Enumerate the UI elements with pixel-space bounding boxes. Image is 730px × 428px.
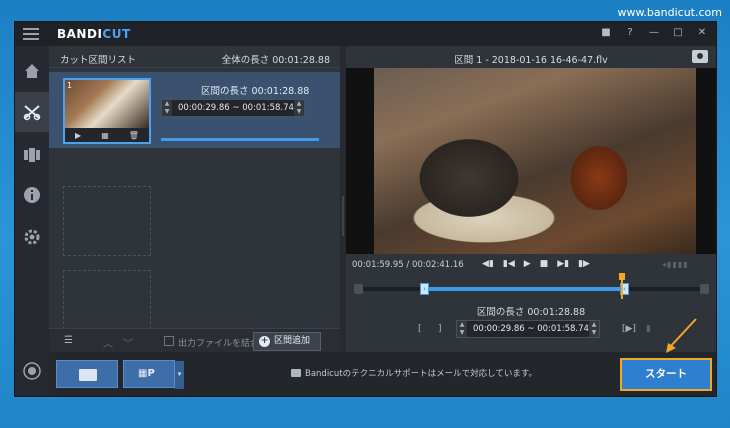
bottom-bar: ▦P ▾ Bandicutのテクニカルサポートはメールで対応しています。 スター… xyxy=(49,352,716,396)
total-length: 全体の長さ 00:01:28.88 xyxy=(221,55,330,66)
empty-segment-slot xyxy=(63,186,151,256)
range-start-stepper[interactable]: ▲ ▼ xyxy=(162,100,172,116)
help-icon[interactable]: ? xyxy=(622,25,638,41)
app-logo: BANDICUT xyxy=(57,27,131,41)
preview-range-field[interactable]: ▲ ▼ 00:00:29.86 ~ 00:01:58.74 ▲ ▼ xyxy=(456,320,600,338)
range-end-stepper[interactable]: ▲ ▼ xyxy=(589,321,599,337)
jump-end-icon[interactable]: ▮▶ xyxy=(578,259,590,269)
segment-list-panel: カット区間リスト 全体の長さ 00:01:28.88 1 ▶ ▦ 🗑 区間の長さ… xyxy=(49,46,340,352)
close-icon[interactable]: ✕ xyxy=(694,25,710,41)
segment-length: 区間の長さ 00:01:28.88 xyxy=(201,86,310,97)
play-icon[interactable]: ▶ xyxy=(524,259,531,269)
settings-icon[interactable] xyxy=(23,228,41,246)
segment-progress-bar xyxy=(161,138,319,141)
step-back-icon[interactable]: ▮◀ xyxy=(503,259,515,269)
segment-list-toolbar: ☰ ︿ ﹀ 出力ファイルを結合 + 区間追加 xyxy=(49,328,340,352)
set-end-button[interactable]: ] xyxy=(438,324,442,334)
minimize-icon[interactable]: — xyxy=(646,25,662,41)
jump-start-icon[interactable]: ◀▮ xyxy=(482,259,494,269)
segment-item[interactable]: 1 ▶ ▦ 🗑 区間の長さ 00:01:28.88 ▲ ▼ 00:00:29.86… xyxy=(49,72,340,148)
segment-number: 1 xyxy=(67,81,73,90)
range-end-stepper[interactable]: ▲ ▼ xyxy=(294,100,304,116)
support-message: Bandicutのテクニカルサポートはメールで対応しています。 xyxy=(291,367,537,379)
timeline-end-handle[interactable] xyxy=(700,284,709,294)
pointer-arrow-icon xyxy=(666,318,697,353)
home-icon[interactable] xyxy=(23,62,41,80)
grid-icon[interactable]: ▦ xyxy=(101,131,109,140)
preview-panel: 区間 1 - 2018-01-16 16-46-47.flv 00:01:59.… xyxy=(346,46,716,352)
play-icon[interactable]: ▶ xyxy=(75,131,81,140)
open-file-button[interactable] xyxy=(56,360,118,388)
preview-title: 区間 1 - 2018-01-16 16-46-47.flv xyxy=(454,55,608,66)
site-url: www.bandicut.com xyxy=(617,6,722,19)
join-icon[interactable] xyxy=(23,146,41,164)
merge-label: 出力ファイルを結合 xyxy=(178,339,260,349)
plus-icon: + xyxy=(259,336,270,347)
list-delete-icon[interactable]: ☰ xyxy=(64,335,73,346)
chevron-down-icon[interactable]: ▾ xyxy=(175,361,184,389)
stop-icon[interactable]: ■ xyxy=(540,259,549,269)
info-icon[interactable] xyxy=(23,186,41,204)
chevron-up-icon[interactable]: ︿ xyxy=(103,335,113,350)
timeline-start-handle[interactable] xyxy=(354,284,363,294)
playhead[interactable] xyxy=(619,273,625,299)
segment-range-text: 00:00:29.86 ~ 00:01:58.74 xyxy=(178,103,294,113)
trash-icon[interactable]: 🗑 xyxy=(129,131,139,140)
video-frame xyxy=(374,68,696,254)
video-preview xyxy=(346,68,716,254)
sidebar xyxy=(15,46,49,396)
chevron-down-icon[interactable]: ﹀ xyxy=(123,335,133,350)
segment-end-marker: ▮ xyxy=(646,324,651,334)
app-window: BANDICUT ■ ? — □ ✕ カット区間リスト 全体の長さ 00:01:… xyxy=(14,21,717,397)
timeline[interactable]: › ‹ xyxy=(354,273,709,299)
folder-open-icon xyxy=(79,369,97,381)
play-segment-button[interactable]: [▶] xyxy=(622,324,636,334)
preview-range-text: 00:00:29.86 ~ 00:01:58.74 xyxy=(473,324,589,334)
segment-thumbnail[interactable]: 1 ▶ ▦ 🗑 xyxy=(63,78,151,144)
segment-list-title: カット区間リスト xyxy=(60,55,137,66)
volume-icon[interactable]: ◂▮▮▮▮ xyxy=(662,260,689,269)
thumbnail-image xyxy=(65,80,149,128)
folder-icon[interactable]: ■ xyxy=(598,25,614,41)
timeline-selection xyxy=(426,287,622,291)
selection-start-handle[interactable]: › xyxy=(420,283,429,295)
segment-range-field[interactable]: ▲ ▼ 00:00:29.86 ~ 00:01:58.74 ▲ ▼ xyxy=(161,99,305,117)
maximize-icon[interactable]: □ xyxy=(670,25,686,41)
sidebar-item-cut[interactable] xyxy=(15,92,49,132)
title-bar: BANDICUT ■ ? — □ ✕ xyxy=(15,22,716,46)
step-forward-icon[interactable]: ▶▮ xyxy=(557,259,569,269)
add-segment-button[interactable]: + 区間追加 xyxy=(253,332,321,351)
range-start-stepper[interactable]: ▲ ▼ xyxy=(457,321,467,337)
start-button[interactable]: スタート xyxy=(620,358,712,391)
set-start-button[interactable]: [ xyxy=(418,324,422,334)
time-display: 00:01:59.95 / 00:02:41.16 xyxy=(352,260,464,270)
camera-icon[interactable] xyxy=(692,50,708,63)
cut-icon xyxy=(23,105,41,121)
chat-icon xyxy=(291,369,301,377)
output-format-button[interactable]: ▦P ▾ xyxy=(123,360,184,389)
merge-checkbox[interactable] xyxy=(164,336,174,346)
record-icon[interactable] xyxy=(23,362,41,380)
menu-icon[interactable] xyxy=(23,28,39,40)
